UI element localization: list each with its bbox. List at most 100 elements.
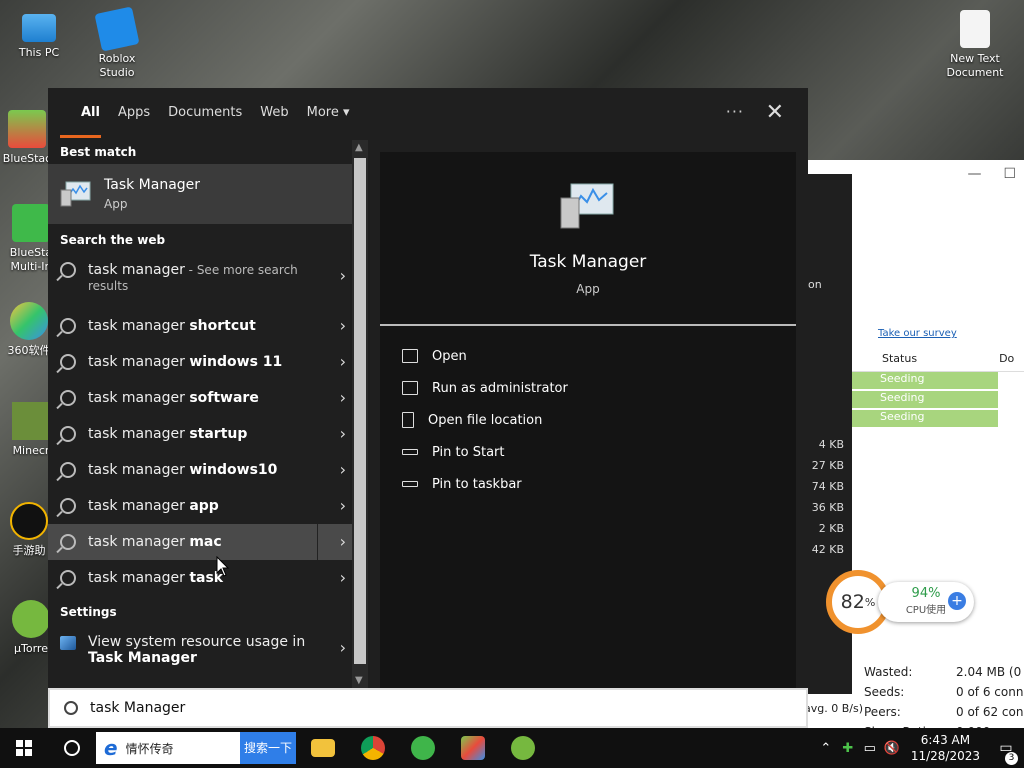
mouse-cursor-icon: [216, 556, 230, 577]
chevron-right-icon[interactable]: ›: [340, 388, 346, 407]
action-label: Open: [432, 348, 467, 364]
result-bold: software: [189, 390, 259, 406]
close-icon[interactable]: ✕: [766, 100, 784, 125]
settings-result-item[interactable]: View system resource usage in Task Manag…: [48, 624, 352, 680]
tab-web[interactable]: Web: [251, 88, 297, 140]
result-bold: startup: [189, 426, 248, 442]
stat-value: 0 of 62 conne: [956, 705, 1024, 719]
result-query: task manager: [88, 390, 185, 406]
scrollbar-thumb[interactable]: [354, 158, 366, 664]
ring-percent: 82: [840, 591, 865, 613]
pin-icon: [402, 449, 418, 455]
chevron-right-icon[interactable]: ›: [340, 638, 346, 657]
utorrent-taskbar-button[interactable]: [498, 728, 548, 768]
shield-icon: [402, 381, 418, 395]
minimize-icon[interactable]: —: [967, 166, 981, 182]
file-explorer-button[interactable]: [298, 728, 348, 768]
search-icon: [64, 701, 78, 715]
file-icon: [402, 412, 414, 428]
web-result-item[interactable]: task manager startup ›: [48, 416, 352, 452]
pin-to-taskbar-action[interactable]: Pin to taskbar: [380, 468, 796, 500]
chrome-button[interactable]: [348, 728, 398, 768]
web-result-item[interactable]: task manager shortcut ›: [48, 308, 352, 344]
computer-icon: [22, 14, 56, 42]
result-query: task manager: [88, 498, 185, 514]
do-column-header[interactable]: Do: [917, 348, 1014, 371]
search-input[interactable]: [90, 700, 690, 716]
scroll-down-icon[interactable]: ▼: [355, 675, 363, 686]
chat-search-icon: [60, 354, 76, 370]
more-options-icon[interactable]: ···: [726, 102, 744, 121]
chevron-right-icon[interactable]: ›: [340, 568, 346, 587]
result-query: task manager: [88, 534, 185, 550]
tab-all[interactable]: All: [72, 88, 109, 140]
bluestacks-taskbar-button[interactable]: [448, 728, 498, 768]
size-cell: 74 KB: [811, 480, 844, 493]
360-browser-button[interactable]: [398, 728, 448, 768]
pin-to-start-action[interactable]: Pin to Start: [380, 436, 796, 468]
web-result-item[interactable]: task manager mac ›: [48, 524, 352, 560]
open-action[interactable]: Open: [380, 340, 796, 372]
tab-more[interactable]: More ▾: [298, 88, 359, 140]
game-assistant-icon: [10, 502, 48, 540]
browser-search-button[interactable]: 搜索一下: [240, 732, 296, 764]
clock[interactable]: 6:43 AM 11/28/2023: [903, 732, 988, 764]
run-as-admin-action[interactable]: Run as administrator: [380, 372, 796, 404]
chevron-right-icon[interactable]: ›: [340, 460, 346, 479]
chevron-right-icon[interactable]: ›: [340, 352, 346, 371]
result-query: task manager: [88, 262, 185, 278]
volume-muted-icon[interactable]: 🔇: [881, 741, 903, 756]
web-result-item[interactable]: task manager app ›: [48, 488, 352, 524]
web-result-item[interactable]: task manager windows 11 ›: [48, 344, 352, 380]
notification-button[interactable]: ▭ 3: [988, 740, 1024, 765]
browser-search-bar[interactable]: e 情怀传奇 搜索一下: [96, 732, 296, 764]
chevron-right-icon[interactable]: ›: [340, 316, 346, 335]
web-result-item[interactable]: task manager task ›: [48, 560, 352, 596]
settings-icon: [60, 636, 76, 650]
network-icon[interactable]: ▭: [859, 741, 881, 756]
results-scrollbar[interactable]: ▲ ▼: [352, 140, 368, 688]
bluestacks-multi-icon: [12, 204, 50, 242]
desktop-icon-label: Roblox Studio: [98, 52, 136, 79]
chevron-up-icon[interactable]: ⌃: [815, 741, 837, 756]
web-result-item[interactable]: task manager - See more search results ›: [48, 252, 352, 308]
chevron-right-icon[interactable]: ›: [340, 424, 346, 443]
plus-icon[interactable]: +: [948, 592, 966, 610]
cpu-label: CPU使用: [905, 605, 947, 616]
scroll-up-icon[interactable]: ▲: [355, 142, 363, 153]
browser-search-text[interactable]: 情怀传奇: [126, 740, 240, 757]
utorrent-icon: [12, 600, 50, 638]
tray-app-icon[interactable]: ✚: [837, 741, 859, 756]
start-button[interactable]: [0, 728, 48, 768]
result-query: task manager: [88, 354, 185, 370]
chevron-right-icon[interactable]: ›: [340, 532, 346, 551]
maximize-icon[interactable]: ☐: [1003, 166, 1016, 182]
tab-documents[interactable]: Documents: [159, 88, 251, 140]
cpu-widget[interactable]: 82% 94% CPU使用 +: [826, 570, 976, 634]
chevron-right-icon[interactable]: ›: [340, 496, 346, 515]
chevron-right-icon[interactable]: ›: [340, 266, 346, 285]
result-sub-2: results: [88, 279, 129, 293]
desktop-icon-this-pc[interactable]: This PC: [4, 10, 74, 60]
web-result-item[interactable]: task manager software ›: [48, 380, 352, 416]
preview-subtitle: App: [576, 282, 600, 296]
desktop-icon-roblox-studio[interactable]: Roblox Studio: [82, 6, 152, 80]
desktop-icon-new-text-document[interactable]: New Text Document: [940, 10, 1010, 80]
tab-apps[interactable]: Apps: [109, 88, 159, 140]
settings-line-2: Task Manager: [88, 650, 197, 666]
status-column-header[interactable]: Status: [852, 348, 917, 371]
search-icon: [60, 570, 76, 586]
action-label: Pin to Start: [432, 444, 505, 460]
task-manager-large-icon: [560, 183, 614, 229]
search-icon: [60, 262, 76, 278]
result-bold: mac: [189, 534, 222, 550]
web-result-item[interactable]: task manager windows10 ›: [48, 452, 352, 488]
taskbar-search-button[interactable]: [48, 728, 96, 768]
survey-link[interactable]: Take our survey: [878, 328, 957, 339]
360-software-icon: [10, 302, 48, 340]
preview-divider: [380, 324, 796, 326]
best-match-item[interactable]: Task Manager App: [48, 164, 352, 224]
open-file-location-action[interactable]: Open file location: [380, 404, 796, 436]
search-icon: [60, 498, 76, 514]
best-match-subtitle: App: [104, 197, 128, 211]
